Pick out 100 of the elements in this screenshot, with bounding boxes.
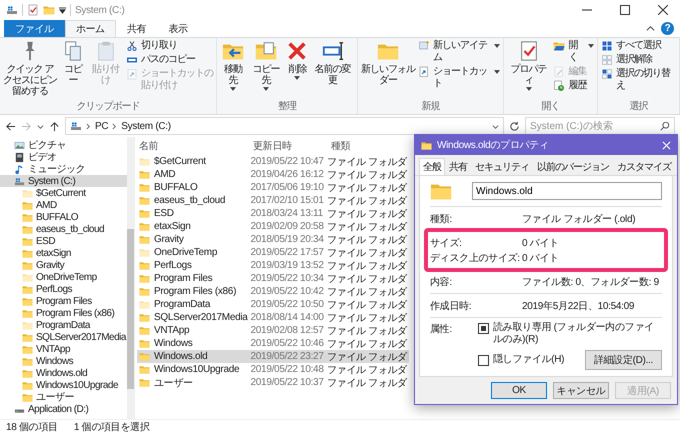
file-row[interactable]: ユーザー 2019/05/22 10:37 ファイル フォルダ (137, 376, 409, 389)
select-none-icon (600, 54, 613, 66)
folder-icon (22, 344, 33, 354)
ribbon-tab[interactable]: 表示 (157, 20, 199, 37)
search-field[interactable]: System (C:)の検索 (525, 117, 675, 135)
tree-item[interactable]: Application (D:) (0, 403, 127, 415)
tree-item[interactable]: BUFFALO (0, 211, 127, 223)
group-label: 新規 (420, 100, 441, 113)
ribbon-button[interactable]: ショートカット (418, 66, 500, 90)
checkbox[interactable]: 隠しファイル(H) (478, 354, 579, 366)
tree-item[interactable]: $GetCurrent (0, 187, 127, 199)
file-row[interactable]: Gravity 2018/05/19 20:34 ファイル フォルダ (137, 233, 409, 246)
address-bar[interactable]: PC System (C:) (65, 117, 504, 135)
tree-item[interactable]: ミュージック (0, 163, 127, 175)
file-row[interactable]: SQLServer2017Media 2018/08/14 14:00 ファイル フォルダ (137, 311, 409, 324)
tree-item[interactable]: AMD (0, 199, 127, 211)
refresh-icon[interactable] (509, 120, 520, 132)
file-row[interactable]: BUFFALO 2017/05/06 19:10 ファイル フォルダ (137, 181, 409, 194)
date-cell-text: 2019/05/22 10:50 (250, 299, 325, 310)
ribbon-button[interactable]: コピー先 (248, 40, 284, 97)
ribbon-button[interactable]: コピー (60, 40, 86, 97)
help-button[interactable]: ? (661, 22, 674, 35)
tree-item[interactable]: ビデオ (0, 151, 127, 163)
date-cell-text: 2019/05/22 10:47 (250, 156, 325, 167)
dialog-button[interactable]: OK (491, 382, 547, 399)
tree-item[interactable]: Program Files (0, 295, 127, 307)
file-row[interactable]: Windows.old 2019/05/22 23:27 ファイル フォルダ (137, 350, 409, 363)
collapse-icon[interactable] (646, 24, 655, 33)
file-row[interactable]: Program Files (x86) 2019/05/22 10:42 ファイル フォルダ (137, 285, 409, 298)
open-folder-icon (553, 40, 566, 52)
tree-item[interactable]: ピクチャ (0, 139, 127, 151)
dialog-tab[interactable]: カスタマイズ (613, 158, 675, 175)
tree-item[interactable]: Windows (0, 355, 127, 367)
tree-item[interactable]: System (C:) (0, 175, 127, 187)
scrollbar[interactable] (127, 137, 134, 419)
file-row[interactable]: OneDriveTemp 2019/05/22 17:57 ファイル フォルダ (137, 246, 409, 259)
ribbon-button[interactable]: 削除 (286, 40, 308, 97)
ribbon-button[interactable]: 履歴 (553, 80, 594, 92)
tree-item[interactable]: Program Files (x86) (0, 307, 127, 319)
tree-item[interactable]: SQLServer2017Media (0, 331, 127, 343)
ribbon-button[interactable]: 選択の切り替え (600, 68, 676, 92)
ribbon-button[interactable]: 名前の変更 (311, 40, 354, 97)
tree-item[interactable]: Windows.old (0, 367, 127, 379)
properties-icon[interactable] (27, 4, 39, 16)
file-row[interactable]: PerfLogs 2019/03/19 13:52 ファイル フォルダ (137, 259, 409, 272)
ribbon-button[interactable]: 選択解除 (600, 54, 676, 66)
file-row[interactable]: Windows10Upgrade 2019/05/22 10:48 ファイル フォルダ (137, 363, 409, 376)
dialog-button[interactable]: キャンセル (553, 382, 609, 399)
breadcrumb[interactable]: System (C:) (121, 120, 171, 132)
file-row[interactable]: Program Files 2019/05/22 10:34 ファイル フォルダ (137, 272, 409, 285)
computer-icon[interactable] (6, 4, 18, 16)
ribbon-button[interactable]: クイック アクセスにピン留めする (3, 40, 57, 97)
tree-item[interactable]: PerfLogs (0, 283, 127, 295)
caret-icon[interactable] (37, 122, 44, 130)
ribbon-button[interactable]: 新しいフォルダー (361, 40, 416, 97)
back-arrow-icon[interactable] (5, 120, 16, 132)
maximize-icon[interactable] (620, 5, 630, 15)
file-row[interactable]: AMD 2019/04/26 16:12 ファイル フォルダ (137, 168, 409, 181)
column-header[interactable]: 更新日時 (251, 139, 329, 153)
ribbon-button[interactable]: 切り取り (126, 40, 214, 52)
tree-item[interactable]: Windows10Upgrade (0, 379, 127, 391)
file-row[interactable]: easeus_tb_cloud 2017/02/10 15:01 ファイル フォルダ (137, 194, 409, 207)
column-header[interactable]: 種類 (329, 139, 415, 153)
file-row[interactable]: ProgramData 2019/05/22 10:50 ファイル フォルダ (137, 298, 409, 311)
tree-item[interactable]: OneDriveTemp (0, 271, 127, 283)
tree-item[interactable]: etaxSign (0, 247, 127, 259)
column-header[interactable]: 名前 (137, 139, 251, 153)
breadcrumb[interactable]: PC (95, 120, 108, 132)
ribbon-button[interactable]: パスのコピー (126, 54, 214, 66)
ribbon-tab[interactable]: ホーム (64, 20, 116, 37)
dialog-tab[interactable]: 共有 (445, 158, 471, 175)
advanced-button[interactable]: 詳細設定(D)... (584, 350, 662, 370)
caret-icon[interactable] (492, 122, 499, 130)
dialog-tab[interactable]: セキュリティ (471, 158, 533, 175)
close-icon[interactable] (658, 5, 668, 15)
dialog-tab[interactable]: 全般 (419, 158, 445, 175)
caret-icon[interactable] (59, 6, 66, 14)
tree-item[interactable]: ESD (0, 235, 127, 247)
ribbon-tab[interactable]: ファイル (4, 20, 65, 37)
tree-item[interactable]: easeus_tb_cloud (0, 223, 127, 235)
checkbox[interactable]: 読み取り専用 (フォルダー内のファイルのみ)(R) (478, 322, 662, 346)
ribbon-button[interactable]: すべて選択 (600, 40, 676, 52)
tree-item[interactable]: Gravity (0, 259, 127, 271)
tree-item[interactable]: VNTApp (0, 343, 127, 355)
file-row[interactable]: $GetCurrent 2019/05/22 10:47 ファイル フォルダ (137, 155, 409, 168)
file-row[interactable]: VNTApp 2019/02/08 12:57 ファイル フォルダ (137, 324, 409, 337)
tree-item[interactable]: ProgramData (0, 319, 127, 331)
folder-copy-icon (255, 40, 278, 62)
tree-item[interactable]: ユーザー (0, 391, 127, 403)
ribbon-button[interactable]: プロパティ (507, 40, 550, 97)
ribbon-tab[interactable]: 共有 (116, 20, 158, 37)
ribbon-button[interactable]: 新しいアイテム (418, 40, 500, 64)
ribbon-button[interactable]: 開く (553, 40, 594, 64)
file-row[interactable]: ESD 2018/03/24 13:11 ファイル フォルダ (137, 207, 409, 220)
up-arrow-icon[interactable] (49, 120, 60, 132)
ribbon-button[interactable]: 移動先 (220, 40, 246, 97)
name-field[interactable]: Windows.old (472, 182, 662, 200)
file-row[interactable]: etaxSign 2019/02/09 20:58 ファイル フォルダ (137, 220, 409, 233)
file-row[interactable]: Windows 2019/05/22 10:46 ファイル フォルダ (137, 337, 409, 350)
dialog-tab[interactable]: 以前のバージョン (533, 158, 613, 175)
